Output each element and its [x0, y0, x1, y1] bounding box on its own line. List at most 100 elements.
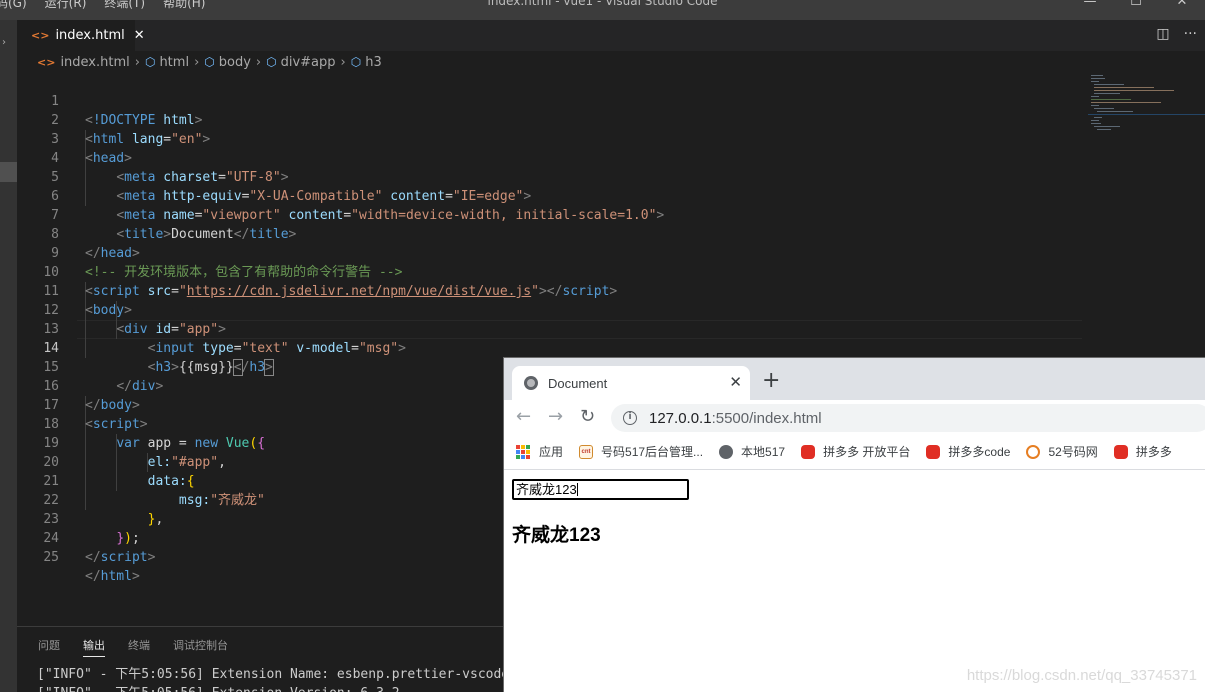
url-text[interactable]: 127.0.0.1:5500/index.html — [649, 410, 822, 427]
editor-tab-bar: <> index.html ✕ ◫ ··· — [17, 20, 1205, 51]
output-line: ["INFO" - 下午5:05:56] Extension Version: … — [37, 682, 407, 692]
chevron-right-icon: › — [194, 54, 200, 70]
code-line: 11 <body> — [17, 263, 1087, 318]
url-path: :5500/index.html — [711, 409, 822, 427]
code-line-current: 14 <h3>{{msg}}</h3> — [17, 320, 1087, 376]
code-line: 13 <input type="text" v-model="msg"> — [17, 301, 1087, 356]
back-button[interactable]: ← — [516, 406, 531, 427]
editor-actions: ◫ ··· — [1156, 26, 1197, 42]
close-tab-icon[interactable]: ✕ — [729, 373, 742, 391]
breadcrumb-div[interactable]: div#app — [281, 55, 336, 70]
element-icon: ⬡ — [266, 55, 277, 69]
pinduoduo-icon — [1113, 444, 1128, 459]
msg-heading: 齐威龙123 — [512, 525, 601, 546]
bookmark-item[interactable]: cnt 号码517后台管理... — [579, 443, 703, 460]
breadcrumb: <> index.html › ⬡ html › ⬡ body › ⬡ div#… — [17, 51, 1205, 73]
url-host: 127.0.0.1 — [649, 409, 712, 427]
active-view-indicator[interactable] — [0, 162, 17, 182]
breadcrumb-h3[interactable]: h3 — [365, 55, 382, 70]
bookmark-item[interactable]: 拼多多 — [1113, 443, 1172, 460]
browser-toolbar: ← → ↻ i 127.0.0.1:5500/index.html — [504, 400, 1205, 434]
browser-tab-title: Document — [548, 375, 608, 391]
breadcrumb-file[interactable]: index.html — [60, 55, 129, 70]
bookmark-item[interactable]: 拼多多 开放平台 — [801, 443, 910, 460]
code-line: 7 <title>Document</title> — [17, 187, 1087, 242]
line-number: 25 — [43, 550, 59, 565]
output-line: ["INFO" - 下午5:05:56] Extension Name: esb… — [37, 667, 517, 682]
html-file-icon: <> — [37, 55, 56, 69]
element-icon: ⬡ — [350, 55, 362, 69]
chevron-right-icon: › — [255, 54, 262, 70]
reload-button[interactable]: ↻ — [580, 406, 595, 427]
tab-label: index.html — [55, 28, 125, 43]
chevron-right-icon: › — [134, 54, 140, 70]
code-token: html — [100, 569, 132, 584]
apps-grid-icon — [516, 444, 530, 459]
chevron-right-icon: › — [340, 54, 346, 70]
code-line: 15 </div> — [17, 339, 1087, 394]
code-line: 6 <meta name="viewport" content="width=d… — [17, 168, 1087, 223]
code-token: script — [100, 550, 148, 565]
browser-tab-document[interactable]: Document ✕ — [512, 366, 750, 400]
input-value: 齐威龙123 — [516, 482, 577, 497]
bookmark-label: 本地517 — [741, 445, 786, 459]
pinduoduo-icon — [801, 444, 816, 459]
code-line: 4 <meta charset="UTF-8"> — [17, 130, 1087, 185]
split-editor-icon[interactable]: ◫ — [1156, 26, 1169, 42]
bookmark-label: 52号码网 — [1048, 445, 1098, 459]
code-line: 10 <script src="https://cdn.jsdelivr.net… — [17, 244, 1087, 299]
bookmark-item[interactable]: 拼多多code — [926, 443, 1010, 460]
text-caret — [576, 483, 578, 496]
element-icon: ⬡ — [204, 55, 215, 69]
tab-terminal[interactable]: 终端 — [128, 637, 150, 657]
bookmark-apps[interactable]: 应用 — [516, 443, 563, 460]
minimap[interactable] — [1088, 73, 1205, 133]
breadcrumb-html[interactable]: html — [159, 55, 189, 70]
element-icon: ⬡ — [144, 55, 156, 69]
tab-index-html[interactable]: <> index.html ✕ — [17, 20, 145, 51]
minimize-button[interactable]: — — [1067, 0, 1113, 9]
title-bar: 码(G) 运行(R) 终端(T) 帮助(H) index.html - vue1… — [0, 0, 1205, 20]
globe-icon — [524, 376, 538, 390]
tab-output[interactable]: 输出 — [83, 637, 105, 657]
bookmark-label: 号码517后台管理... — [601, 445, 704, 459]
tab-debug-console[interactable]: 调试控制台 — [173, 637, 228, 657]
code-line: 9 <!-- 开发环境版本，包含了有帮助的命令行警告 --> — [17, 225, 1087, 280]
bookmarks-bar: 应用 cnt 号码517后台管理... 本地517 拼多多 开放平台 拼多多co… — [504, 434, 1205, 470]
bookmark-item[interactable]: 本地517 — [719, 443, 785, 460]
code-line: 12 <div id="app"> — [17, 282, 1087, 337]
forward-button[interactable]: → — [548, 406, 563, 427]
pinduoduo-icon — [926, 444, 941, 459]
bookmark-label: 拼多多 开放平台 — [823, 445, 911, 459]
maximize-button[interactable]: ☐ — [1113, 0, 1159, 9]
address-bar[interactable]: i 127.0.0.1:5500/index.html — [611, 404, 1205, 432]
globe-icon — [719, 444, 734, 459]
bookmark-label: 拼多多 — [1135, 445, 1172, 459]
output-panel: 问题 输出 终端 调试控制台 ["INFO" - 下午5:05:56] Exte… — [17, 626, 517, 692]
info-icon[interactable]: i — [623, 411, 637, 425]
tab-problems[interactable]: 问题 — [38, 637, 60, 657]
code-line: 8 </head> — [17, 206, 1087, 261]
html-file-icon: <> — [31, 29, 50, 42]
code-line: 2 <html lang="en"> — [17, 92, 1087, 147]
breadcrumb-body[interactable]: body — [219, 55, 251, 70]
browser-tab-strip: Document ✕ + — [504, 358, 1205, 400]
bookmark-label: 应用 — [539, 445, 564, 459]
watermark: https://blog.csdn.net/qq_33745371 — [966, 667, 1197, 684]
window-title: index.html - vue1 - Visual Studio Code — [487, 0, 718, 8]
new-tab-button[interactable]: + — [762, 370, 780, 392]
activity-bar: › — [0, 20, 17, 692]
explorer-icon[interactable]: › — [2, 37, 12, 49]
msg-text-input[interactable]: 齐威龙123 — [512, 479, 689, 500]
code-line: 1 <!DOCTYPE html> — [17, 73, 1087, 128]
panel-tabs: 问题 输出 终端 调试控制台 — [38, 637, 251, 657]
bookmark-item[interactable]: 52号码网 — [1026, 443, 1098, 460]
more-actions-icon[interactable]: ··· — [1184, 26, 1197, 42]
close-tab-icon[interactable]: ✕ — [134, 28, 145, 43]
browser-window: Document ✕ + ← → ↻ i 127.0.0.1:5500/inde… — [503, 357, 1205, 692]
site-52-icon — [1026, 444, 1041, 459]
page-content: 齐威龙123 齐威龙123 — [504, 470, 1205, 692]
code-line: 3 <head> — [17, 111, 1087, 166]
window-controls: — ☐ ✕ — [1067, 0, 1205, 9]
close-window-button[interactable]: ✕ — [1159, 0, 1205, 9]
